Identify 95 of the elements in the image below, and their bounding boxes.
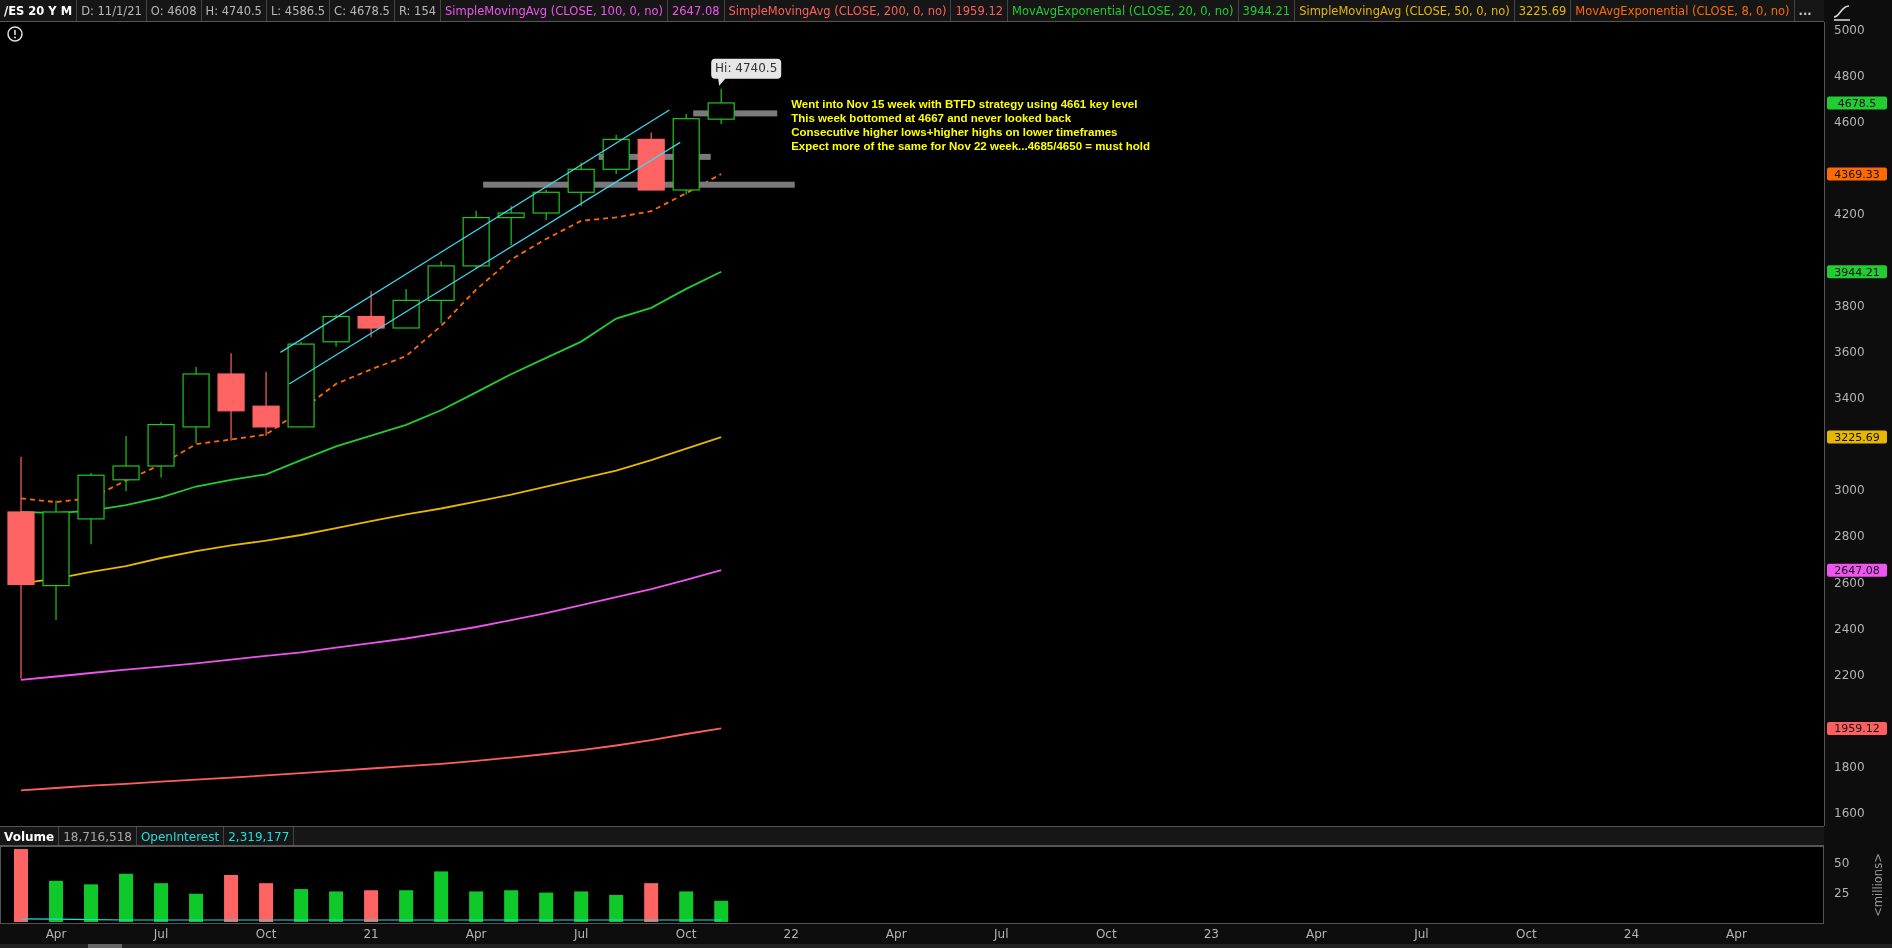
candlestick	[497, 205, 525, 246]
volume-bar	[119, 873, 134, 922]
volume-bar	[644, 883, 659, 922]
candlestick	[707, 88, 735, 125]
study-label[interactable]: SimpleMovingAvg (CLOSE, 200, 0, no)	[724, 0, 952, 21]
volume-axis-title: <millions>	[1871, 853, 1885, 917]
price-axis-label: 3400	[1834, 391, 1865, 406]
volume-bar	[434, 871, 449, 922]
volume-bar	[49, 880, 63, 922]
volume-bar	[224, 874, 239, 922]
time-axis-label: Apr	[885, 927, 907, 941]
candlestick	[392, 288, 420, 329]
price-axis-label: 3600	[1834, 345, 1865, 360]
volume-bar	[399, 890, 414, 922]
chart-note-line: This week bottomed at 4667 and never looked back	[791, 112, 1072, 124]
time-axis-label: Oct	[1095, 927, 1117, 941]
price-axis-label: 2200	[1834, 667, 1865, 682]
study-value: 18,716,518	[59, 827, 137, 845]
volume-bar	[84, 884, 99, 922]
candlestick	[602, 134, 630, 175]
candlestick	[567, 161, 595, 207]
time-axis-label: Apr	[1306, 927, 1327, 941]
symbol-label: /ES 20 Y M	[0, 0, 78, 21]
time-axis-label: Jul	[153, 927, 169, 941]
price-axis-label: 4200	[1834, 207, 1865, 222]
volume-bar	[364, 890, 379, 922]
time-axis-label: Apr	[465, 927, 487, 941]
volume-bar	[469, 891, 484, 922]
time-axis-label: Jul	[573, 927, 589, 941]
study-label[interactable]: 1959.12	[951, 0, 1008, 21]
volume-bar	[679, 891, 694, 922]
study-label[interactable]: SimpleMovingAvg (CLOSE, 50, 0, no)	[1295, 0, 1515, 21]
quote-field: D: 11/1/21	[77, 0, 147, 21]
study-label[interactable]: 3225.69	[1514, 0, 1572, 21]
study-label[interactable]: 3944.21	[1238, 0, 1296, 21]
time-axis-label: Apr	[1726, 927, 1747, 941]
time-axis-label: Apr	[45, 927, 67, 941]
study-label: OpenInterest	[136, 827, 225, 845]
candlestick	[112, 435, 140, 492]
price-axis-label: 3800	[1834, 299, 1865, 314]
study-value: 2,319,177	[224, 827, 295, 845]
volume-bar	[574, 891, 589, 922]
time-axis-label: Oct	[675, 927, 697, 941]
price-axis-label: 2800	[1834, 529, 1865, 544]
time-axis-label: 24	[1623, 927, 1640, 941]
time-axis-label: 21	[363, 927, 379, 941]
price-axis-label: 3000	[1834, 483, 1865, 498]
price-axis-label: 1600	[1834, 805, 1865, 820]
price-axis-label: 2400	[1834, 621, 1865, 636]
volume-bar	[504, 890, 519, 922]
scrollbar-thumb[interactable]	[88, 944, 122, 948]
price-axis-label: 4600	[1834, 115, 1865, 130]
volume-bar	[329, 891, 344, 922]
time-axis-label: 23	[1203, 927, 1219, 941]
price-badge: 4678.5	[1827, 96, 1887, 110]
candlestick	[322, 313, 350, 347]
candlestick	[357, 290, 385, 338]
quote-field: R: 154	[394, 0, 442, 21]
study-label[interactable]: 2647.08	[667, 0, 725, 21]
volume-axis-label: 50	[1834, 856, 1850, 871]
study-label[interactable]: MovAvgExponential (CLOSE, 8, 0, no)	[1571, 0, 1795, 21]
volume-bar	[259, 883, 274, 922]
more-button[interactable]: ...	[1794, 0, 1816, 21]
price-axis-label: 5000	[1834, 23, 1865, 38]
time-axis-label: Jul	[994, 927, 1009, 941]
chart-note-line: Expect more of the same for Nov 22 week...4685/4650 = must hold	[791, 139, 1151, 152]
candlestick	[147, 421, 175, 479]
study-label: Volume	[0, 827, 60, 845]
price-axis-label: 1800	[1834, 759, 1865, 774]
volume-bar	[154, 883, 169, 922]
volume-axis-label: 25	[1834, 885, 1850, 900]
time-axis-label: 22	[783, 927, 799, 941]
study-label[interactable]: SimpleMovingAvg (CLOSE, 100, 0, no)	[441, 0, 668, 21]
quote-field: O: 4608	[146, 0, 202, 21]
study-label[interactable]: MovAvgExponential (CLOSE, 20, 0, no)	[1008, 0, 1239, 21]
chart-note-line: Went into Nov 15 week with BTFD strategy using 4661 key level	[791, 98, 1138, 111]
study-icon[interactable]	[1832, 4, 1852, 22]
time-axis-label: Oct	[1516, 927, 1537, 941]
quote-field: L: 4586.5	[266, 0, 331, 21]
candlestick	[462, 210, 490, 269]
quote-field: C: 4678.5	[330, 0, 395, 21]
candlestick	[427, 260, 455, 324]
alert-icon[interactable]	[7, 26, 23, 42]
candlestick	[252, 371, 280, 437]
candlestick	[637, 131, 665, 191]
high-callout: Hi: 4740.5	[711, 58, 782, 86]
quote-field: H: 4740.5	[201, 0, 267, 21]
volume-bar	[294, 889, 309, 922]
price-badge: 3944.21	[1827, 265, 1887, 279]
chart-note-line: Consecutive higher lows+higher highs on lower timeframes	[791, 125, 1118, 138]
price-axis-label: 4800	[1834, 69, 1865, 84]
time-axis-label: Oct	[255, 927, 277, 941]
price-axis-label: 2600	[1834, 575, 1865, 590]
candlestick	[532, 189, 560, 221]
time-axis-label: Jul	[1414, 927, 1429, 941]
